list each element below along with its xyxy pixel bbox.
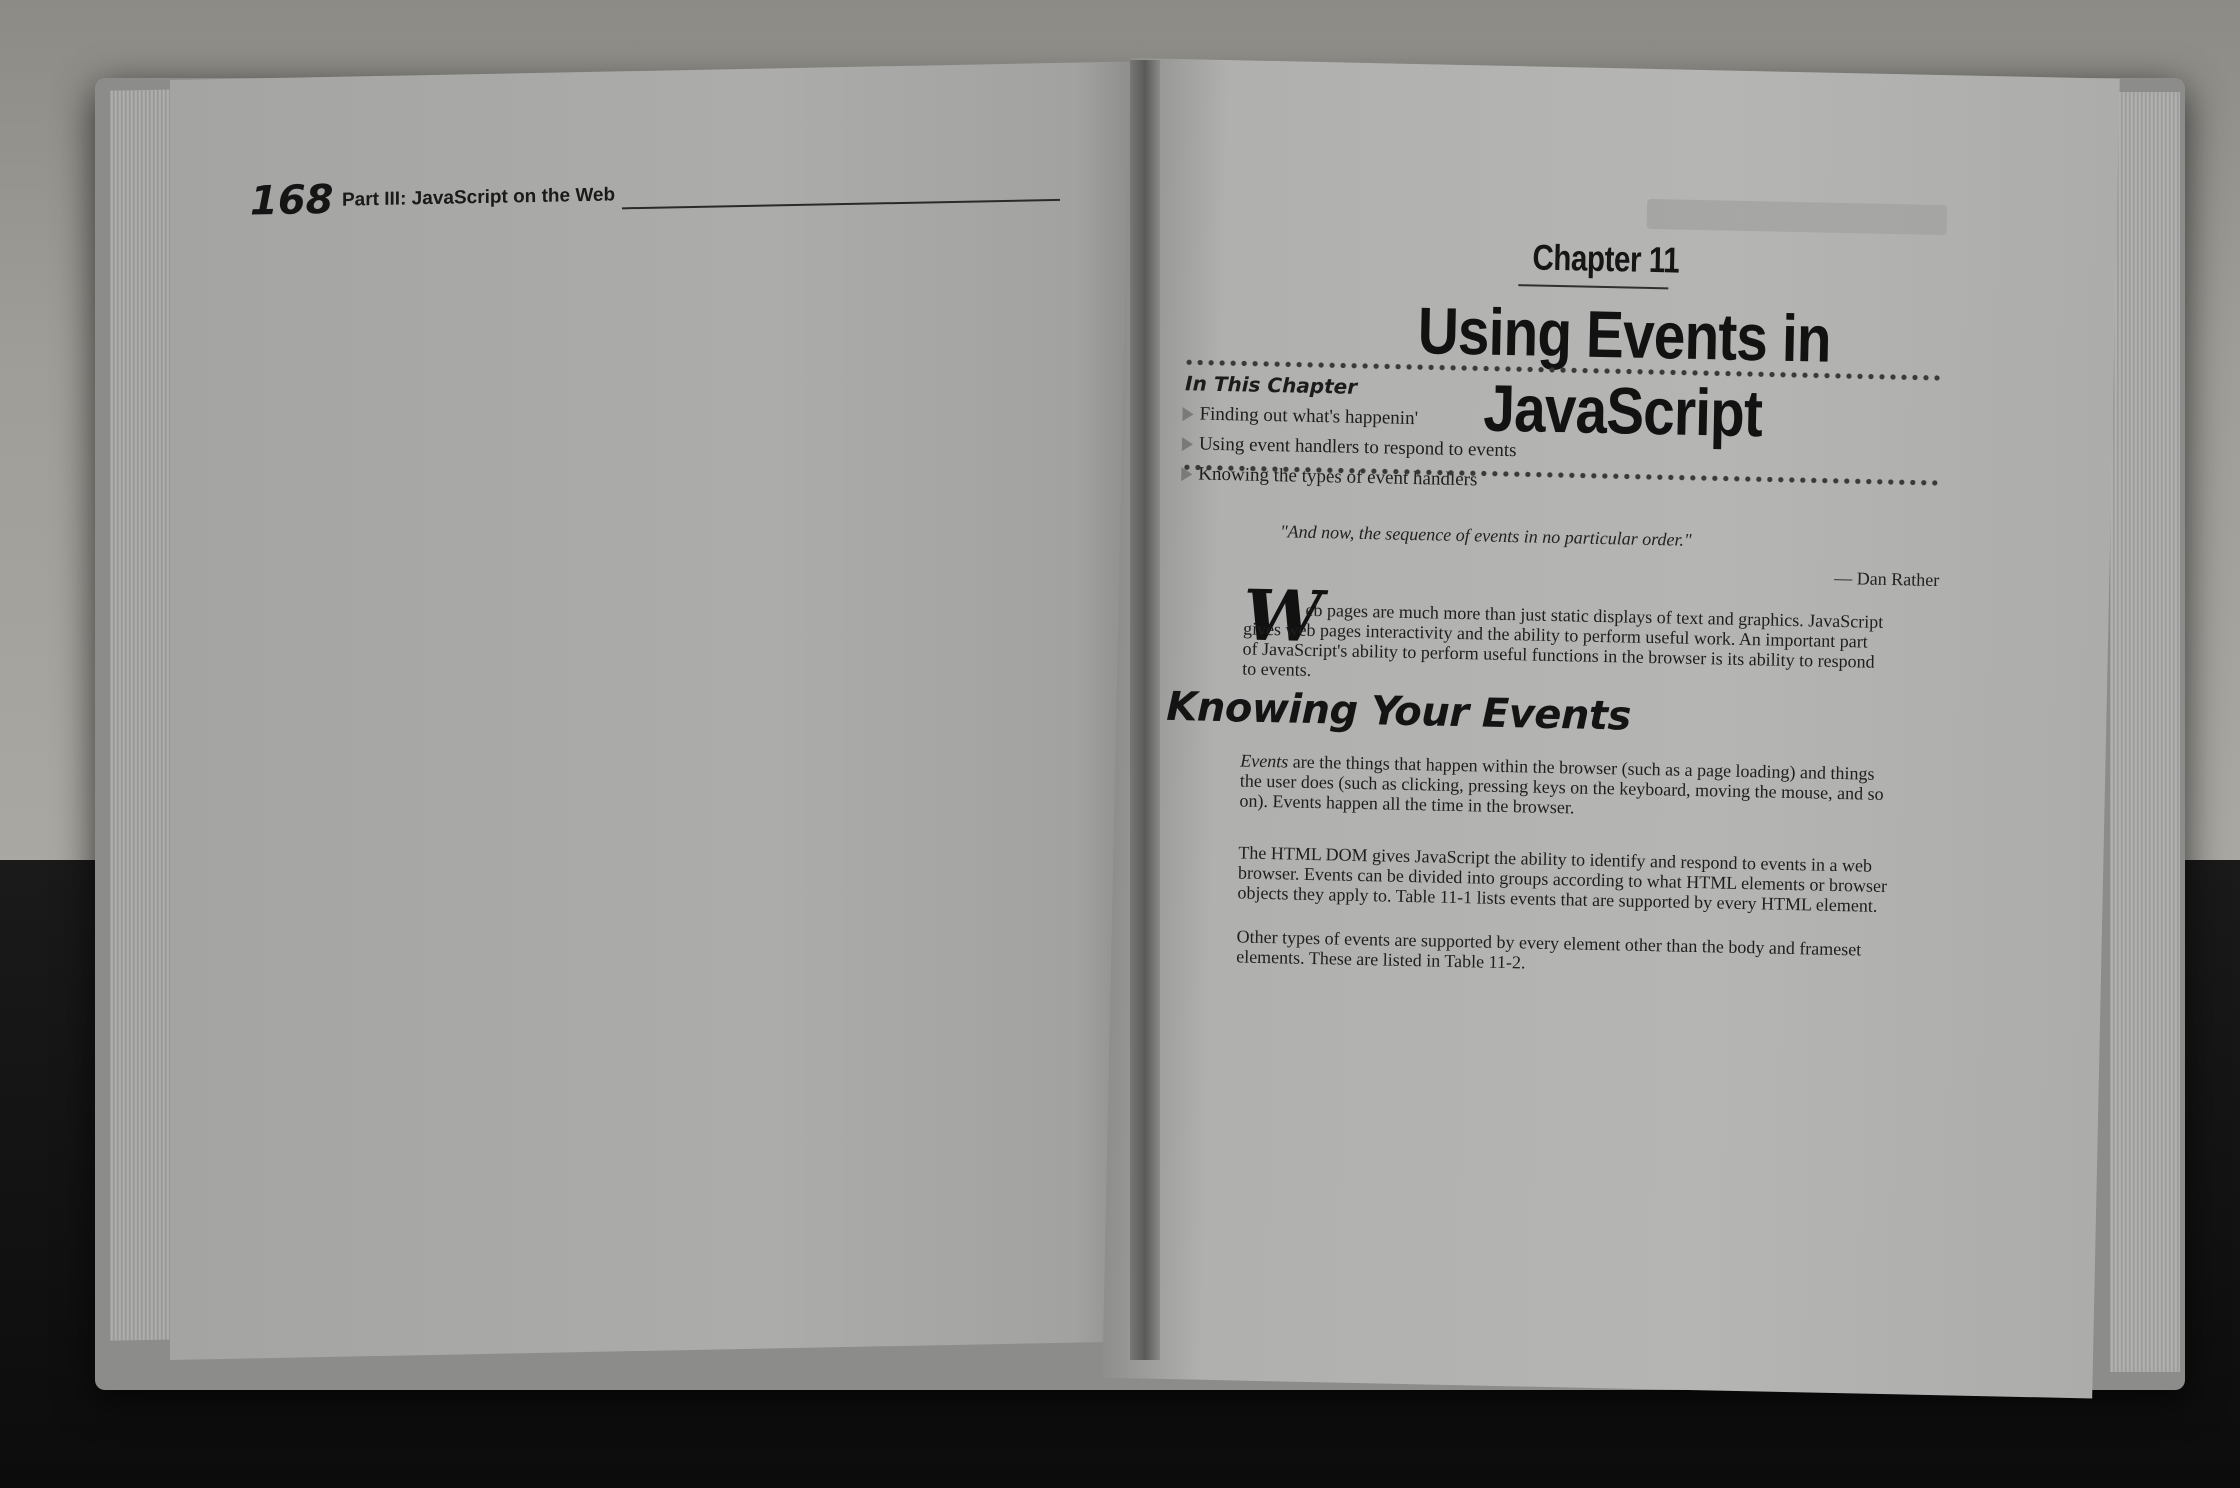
intro-paragraph: eb pages are much more than just static …: [1242, 599, 1884, 680]
paragraph-text: are the things that happen within the br…: [1239, 751, 1884, 818]
epigraph-quote: "And now, the sequence of events in no p…: [1279, 521, 1692, 550]
running-header: Part III: JavaScript on the Web: [342, 184, 616, 211]
emphasized-term: Events: [1240, 750, 1289, 772]
epigraph-attribution: — Dan Rather: [1834, 567, 1940, 591]
body-paragraph-3: Other types of events are supported by e…: [1235, 926, 1862, 973]
header-rule: [622, 198, 1060, 210]
left-page: 168 Part III: JavaScript on the Web: [170, 61, 1155, 1360]
list-item-text: Finding out what's happenin': [1199, 403, 1419, 430]
in-this-chapter-heading: In This Chapter: [1184, 371, 1358, 399]
book-gutter: [1130, 60, 1160, 1360]
chapter-label: Chapter 11: [1532, 236, 1680, 281]
right-page: Chapter 11 Using Events in JavaScript In…: [1102, 58, 2120, 1399]
section-heading: Knowing Your Events: [1165, 683, 1632, 740]
triangle-bullet-icon: [1182, 407, 1194, 422]
chapter-underline: [1518, 284, 1669, 290]
right-page-edges: [2110, 92, 2180, 1372]
in-this-chapter-list: Finding out what's happenin' Using event…: [1181, 399, 1517, 496]
page-number: 168: [250, 176, 334, 225]
body-paragraph-2: The HTML DOM gives JavaScript the abilit…: [1237, 842, 1888, 916]
show-through-text: [1646, 198, 1948, 236]
body-paragraph-1: Events are the things that happen within…: [1239, 750, 1890, 824]
triangle-bullet-icon: [1181, 437, 1194, 452]
